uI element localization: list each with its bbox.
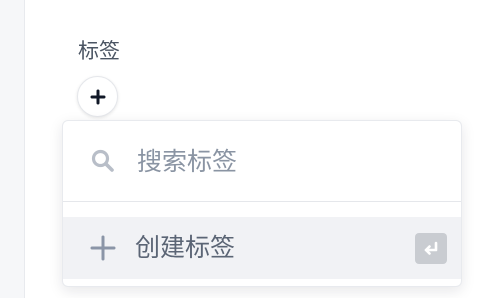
search-icon	[91, 149, 114, 172]
plus-icon	[90, 89, 105, 104]
tag-search-row	[63, 121, 461, 202]
create-tag-label: 创建标签	[135, 233, 236, 262]
tag-search-input[interactable]	[137, 141, 437, 181]
create-tag-option[interactable]: 创建标签	[63, 217, 461, 279]
tags-field-label: 标签	[78, 39, 120, 63]
enter-key-icon	[415, 233, 447, 264]
left-panel-edge	[0, 0, 25, 298]
tag-dropdown: 创建标签	[62, 120, 462, 287]
add-tag-button[interactable]	[77, 76, 118, 117]
plus-icon	[90, 235, 116, 261]
